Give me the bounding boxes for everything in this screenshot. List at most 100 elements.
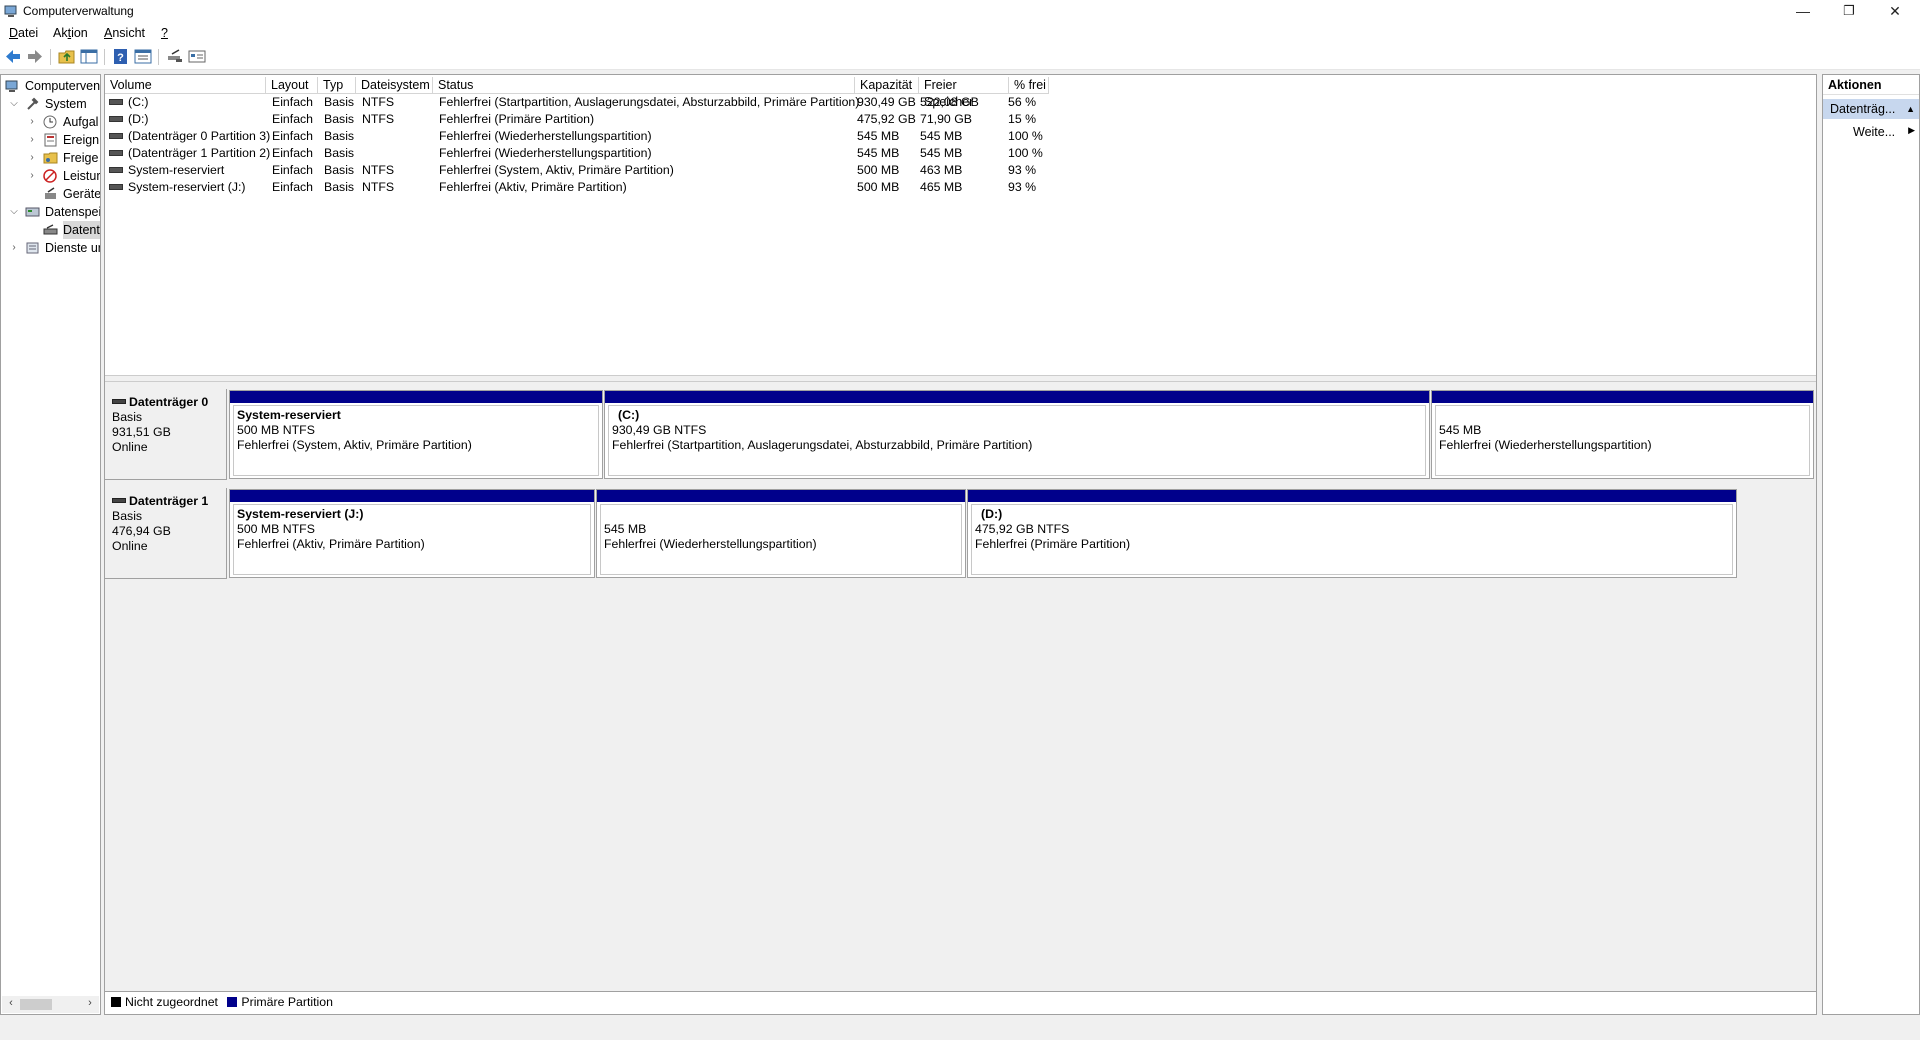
- chevron-down-icon[interactable]: ⌵: [9, 203, 19, 221]
- partition-block[interactable]: (D:) 475,92 GB NTFS Fehlerfrei (Primäre …: [967, 489, 1737, 578]
- collapse-up-icon[interactable]: ▲: [1906, 99, 1915, 119]
- window-title: Computerverwaltung: [23, 4, 134, 18]
- pane-splitter[interactable]: [105, 375, 1816, 382]
- scroll-left-icon[interactable]: ‹: [4, 997, 18, 1009]
- services-icon: [26, 242, 39, 254]
- show-hide-tree-icon[interactable]: [80, 48, 98, 65]
- column-header-prozent-frei[interactable]: % frei: [1009, 77, 1049, 94]
- primary-partition-bar: [230, 391, 602, 403]
- scrollbar-thumb[interactable]: [20, 999, 52, 1010]
- primary-partition-bar: [968, 490, 1736, 502]
- disk-status: Online: [112, 539, 148, 553]
- column-header-dateisystem[interactable]: Dateisystem: [356, 77, 433, 94]
- partition-block[interactable]: 545 MB Fehlerfrei (Wiederherstellungspar…: [596, 489, 966, 578]
- menu-datei[interactable]: Datei: [9, 26, 38, 40]
- column-header-volume[interactable]: Volume: [105, 77, 266, 94]
- help-icon[interactable]: ?: [112, 48, 130, 65]
- back-icon[interactable]: [4, 48, 22, 65]
- scroll-right-icon[interactable]: ›: [83, 997, 97, 1009]
- forward-icon[interactable]: [26, 48, 44, 65]
- disk-management-icon: [43, 224, 58, 235]
- submenu-arrow-icon[interactable]: ▶: [1908, 125, 1915, 136]
- table-row[interactable]: System-reserviert Einfach Basis NTFS Feh…: [105, 162, 1816, 179]
- volume-icon: [109, 149, 123, 156]
- menu-bar: Datei Aktion Ansicht ?: [0, 24, 1920, 44]
- table-row[interactable]: (Datenträger 0 Partition 3) Einfach Basi…: [105, 128, 1816, 145]
- up-folder-icon[interactable]: [58, 48, 76, 65]
- primary-partition-bar: [230, 490, 594, 502]
- primary-partition-bar: [597, 490, 965, 502]
- properties-icon[interactable]: [134, 48, 152, 65]
- chevron-right-icon[interactable]: ›: [27, 167, 37, 185]
- partition-block[interactable]: 545 MB Fehlerfrei (Wiederherstellungspar…: [1431, 390, 1814, 479]
- disk-name: Datenträger 1: [112, 494, 226, 509]
- disk-size: 476,94 GB: [112, 524, 171, 538]
- title-bar: Computerverwaltung — ❐ ✕: [0, 0, 1920, 24]
- column-header-kapazitaet[interactable]: Kapazität: [855, 77, 919, 94]
- close-button[interactable]: ✕: [1872, 0, 1918, 24]
- legend: Nicht zugeordnet Primäre Partition: [105, 991, 1816, 1014]
- connect-icon[interactable]: [166, 48, 184, 65]
- performance-icon: [43, 169, 57, 183]
- computer-management-icon: [5, 80, 18, 92]
- disk-type: Basis: [112, 410, 143, 424]
- disk-type: Basis: [112, 509, 143, 523]
- computer-management-icon: [4, 5, 17, 17]
- disk-status: Online: [112, 440, 148, 454]
- disk-size: 931,51 GB: [112, 425, 171, 439]
- volume-icon: [109, 166, 123, 173]
- restore-button[interactable]: ❐: [1826, 0, 1872, 24]
- menu-ansicht[interactable]: Ansicht: [104, 26, 145, 40]
- table-row[interactable]: (Datenträger 1 Partition 2) Einfach Basi…: [105, 145, 1816, 162]
- chevron-right-icon[interactable]: ›: [9, 239, 19, 257]
- disk-1-label[interactable]: Datenträger 1 Basis 476,94 GB Online: [105, 488, 227, 579]
- table-row[interactable]: System-reserviert (J:) Einfach Basis NTF…: [105, 179, 1816, 196]
- actions-section-disk-management[interactable]: Datenträg... ▲: [1823, 99, 1919, 119]
- task-scheduler-icon: [43, 115, 57, 129]
- toolbar-separator: [50, 49, 51, 65]
- system-tools-icon: [27, 97, 39, 110]
- volume-icon: [109, 98, 123, 105]
- more-actions-item[interactable]: Weite...: [1853, 125, 1895, 139]
- column-header-freier-speicher[interactable]: Freier Speicher: [919, 77, 1009, 109]
- legend-primary: Primäre Partition: [241, 995, 333, 1009]
- toolbar-separator: [158, 49, 159, 65]
- status-bar: [0, 1017, 1920, 1040]
- tree-horizontal-scrollbar[interactable]: ‹ ›: [2, 996, 99, 1013]
- table-row[interactable]: (D:) Einfach Basis NTFS Fehlerfrei (Prim…: [105, 111, 1816, 128]
- chevron-right-icon[interactable]: ›: [27, 149, 37, 167]
- actions-pane: Aktionen Datenträg... ▲ Weite... ▶: [1822, 74, 1920, 1015]
- menu-aktion[interactable]: Aktion: [53, 26, 88, 40]
- navigation-tree: Computerven ⌵ System › Aufgal › Ereign ›…: [0, 74, 101, 1015]
- svg-text:?: ?: [117, 52, 124, 64]
- legend-unallocated: Nicht zugeordnet: [125, 995, 218, 1009]
- storage-icon: [25, 207, 40, 217]
- partition-block[interactable]: System-reserviert (J:) 500 MB NTFS Fehle…: [229, 489, 595, 578]
- device-manager-icon: [45, 187, 56, 199]
- event-viewer-icon: [44, 133, 57, 147]
- partition-block[interactable]: System-reserviert 500 MB NTFS Fehlerfrei…: [229, 390, 603, 479]
- actions-header: Aktionen: [1823, 75, 1919, 95]
- primary-partition-bar: [605, 391, 1429, 403]
- primary-partition-swatch: [227, 996, 238, 1007]
- column-header-status[interactable]: Status: [433, 77, 855, 94]
- column-header-layout[interactable]: Layout: [266, 77, 318, 94]
- disk-0-label[interactable]: Datenträger 0 Basis 931,51 GB Online: [105, 389, 227, 480]
- view-icon[interactable]: [188, 48, 206, 65]
- menu-help[interactable]: ?: [161, 26, 168, 40]
- chevron-right-icon[interactable]: ›: [27, 113, 37, 131]
- shared-folders-icon: [43, 152, 58, 164]
- volume-icon: [109, 183, 123, 190]
- table-row[interactable]: (C:) Einfach Basis NTFS Fehlerfrei (Star…: [105, 94, 1816, 111]
- disk-graphic-view: Datenträger 0 Basis 931,51 GB Online Sys…: [105, 382, 1816, 992]
- partition-block[interactable]: (C:) 930,49 GB NTFS Fehlerfrei (Startpar…: [604, 390, 1430, 479]
- column-header-typ[interactable]: Typ: [318, 77, 356, 94]
- disk-management-pane: Volume Layout Typ Dateisystem Status Kap…: [104, 74, 1817, 1015]
- minimize-button[interactable]: —: [1780, 0, 1826, 24]
- toolbar-separator: [104, 49, 105, 65]
- chevron-down-icon[interactable]: ⌵: [9, 95, 19, 113]
- volume-icon: [109, 132, 123, 139]
- disk-name: Datenträger 0: [112, 395, 226, 410]
- chevron-right-icon[interactable]: ›: [27, 131, 37, 149]
- unallocated-swatch: [111, 996, 121, 1007]
